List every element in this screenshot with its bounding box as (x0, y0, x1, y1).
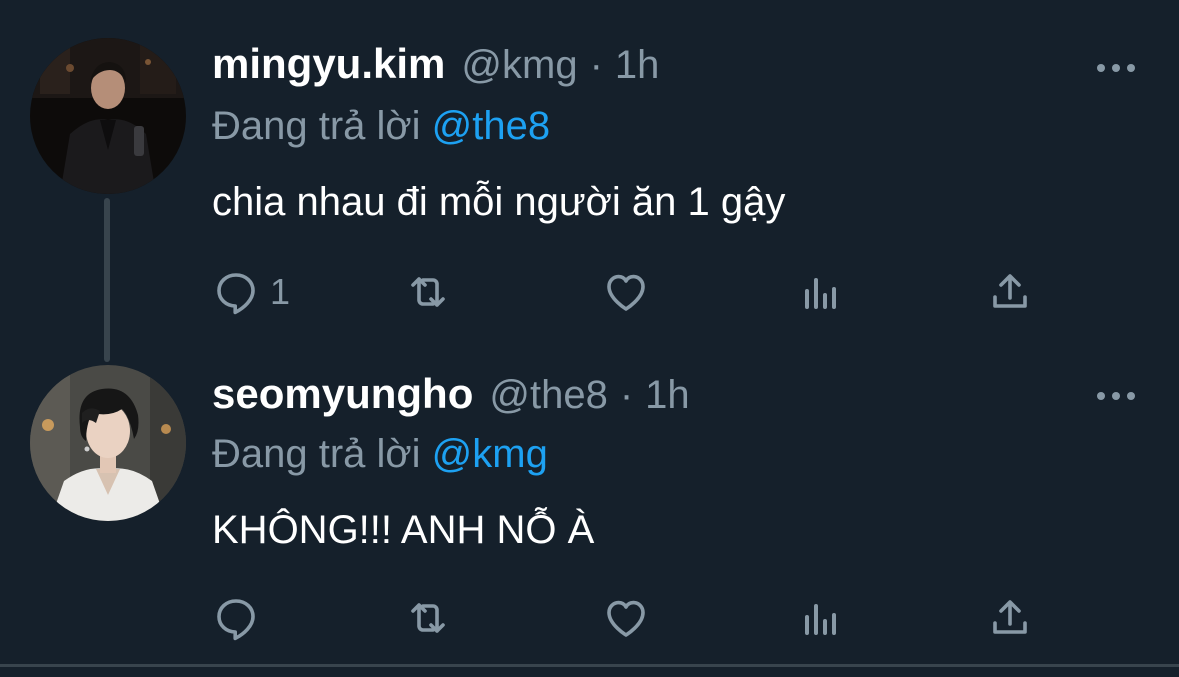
share-icon (993, 600, 1027, 634)
more-dot (1112, 392, 1120, 400)
tweet[interactable]: mingyu.kim @kmg · 1h Đang trả lời @the8 … (0, 0, 1179, 362)
divider (0, 664, 1179, 667)
replying-to: Đang trả lời @the8 (212, 104, 550, 149)
reply-button[interactable]: 1 (212, 262, 290, 322)
reply-button[interactable] (212, 588, 270, 648)
more-icon[interactable] (1097, 62, 1135, 74)
like-icon (607, 274, 645, 311)
tweet-actions: 1 (212, 262, 1052, 322)
share-button[interactable] (986, 588, 1034, 648)
separator-dot: · (589, 43, 603, 87)
retweet-icon (411, 603, 445, 633)
tweet-header: mingyu.kim @kmg · 1h (212, 40, 659, 100)
separator-dot: · (619, 373, 634, 417)
reply-icon (217, 599, 255, 641)
like-icon (607, 600, 645, 637)
avatar[interactable] (30, 365, 186, 521)
reply-thread: mingyu.kim @kmg · 1h Đang trả lời @the8 … (0, 0, 1179, 677)
timestamp[interactable]: 1h (645, 373, 690, 418)
display-name[interactable]: seomyungho (212, 370, 473, 418)
more-dot (1112, 64, 1120, 72)
avatar-image (30, 38, 186, 194)
tweet-header: seomyungho @the8 · 1h (212, 370, 690, 430)
tweet[interactable]: seomyungho @the8 · 1h Đang trả lời @kmg … (0, 330, 1179, 668)
timestamp[interactable]: 1h (615, 43, 660, 88)
retweet-button[interactable] (404, 588, 452, 648)
replying-to: Đang trả lời @kmg (212, 432, 548, 477)
like-button[interactable] (602, 262, 650, 322)
retweet-button[interactable] (404, 262, 452, 322)
reply-prefix: Đang trả lời (212, 104, 421, 148)
tweet-text: chia nhau đi mỗi người ăn 1 gậy (212, 180, 786, 224)
reply-prefix: Đang trả lời (212, 432, 421, 476)
user-handle[interactable]: @kmg (461, 43, 577, 88)
reply-mention-link[interactable]: @the8 (432, 104, 550, 148)
share-button[interactable] (986, 262, 1034, 322)
tweet-actions (212, 588, 1052, 648)
reply-mention-link[interactable]: @kmg (432, 432, 548, 476)
avatar[interactable] (30, 38, 186, 194)
more-dot (1127, 392, 1135, 400)
more-dot (1097, 392, 1105, 400)
retweet-icon (411, 277, 445, 307)
stats-button[interactable] (798, 262, 846, 322)
display-name[interactable]: mingyu.kim (212, 40, 445, 88)
stats-icon (805, 278, 836, 309)
reply-count: 1 (270, 271, 291, 312)
user-handle[interactable]: @the8 (489, 373, 607, 418)
avatar-image (30, 365, 186, 521)
reply-icon (217, 273, 255, 315)
share-icon (993, 274, 1027, 308)
stats-button[interactable] (798, 588, 846, 648)
stats-icon (805, 604, 836, 635)
more-dot (1097, 64, 1105, 72)
more-icon[interactable] (1097, 390, 1135, 402)
more-dot (1127, 64, 1135, 72)
like-button[interactable] (602, 588, 650, 648)
tweet-text: KHÔNG!!! ANH NỖ À (212, 508, 595, 552)
